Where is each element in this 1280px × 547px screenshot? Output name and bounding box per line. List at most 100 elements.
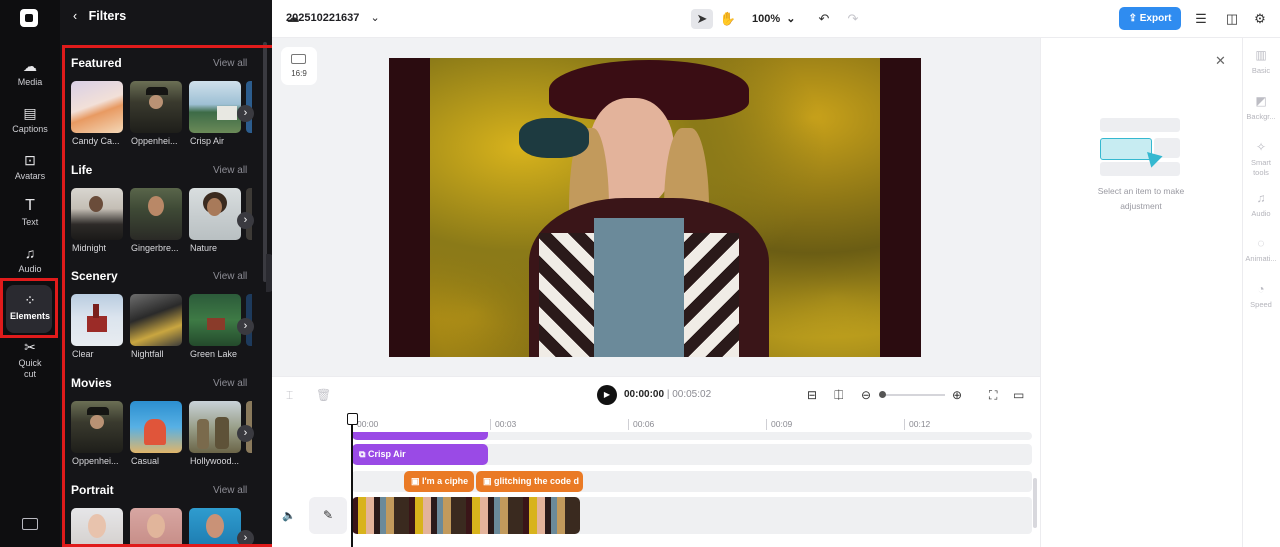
next-arrow-icon[interactable]: › [237, 530, 254, 547]
rail-media[interactable]: ☁ Media [0, 58, 60, 87]
next-arrow-icon[interactable]: › [237, 105, 254, 122]
rail-label: Text [21, 217, 39, 227]
hand-tool-icon[interactable]: ✋ [717, 9, 739, 29]
filter-thumb[interactable] [71, 294, 123, 346]
filter-thumb[interactable] [130, 508, 182, 544]
next-arrow-icon[interactable]: › [237, 318, 254, 335]
delete-icon[interactable]: 🗑 [316, 388, 331, 402]
upload-icon: ⇪ [1128, 13, 1137, 24]
filter-clip[interactable]: ⧉ Crisp Air [352, 444, 488, 465]
fit-icon[interactable]: ⛶ [989, 388, 997, 403]
rail-audio[interactable]: ♫ Audio [0, 245, 60, 274]
timeline-zoom-slider[interactable] [879, 391, 945, 398]
left-rail: ☁ Media ▤ Captions ⊡ Avatars T Text ♫ Au… [0, 0, 60, 547]
properties-panel [1040, 38, 1242, 547]
next-arrow-icon[interactable]: › [237, 425, 254, 442]
tab-background[interactable]: ◩ Backgr... [1242, 95, 1280, 122]
filter-thumb[interactable] [189, 81, 241, 133]
close-icon[interactable]: ✕ [1215, 53, 1226, 69]
playhead[interactable] [348, 413, 357, 547]
text-box-icon: ▣ [483, 476, 492, 486]
section-title: Portrait [71, 483, 114, 497]
split-clip-icon[interactable]: ⎅ [834, 388, 844, 403]
text-clip[interactable]: ▣ I'm a ciphe [404, 471, 474, 492]
filter-thumb[interactable] [130, 81, 182, 133]
play-button[interactable]: ▶ [597, 385, 617, 405]
keyboard-icon[interactable] [22, 518, 38, 530]
comment-icon[interactable]: ▭ [1013, 388, 1024, 402]
tab-label: Basic [1251, 66, 1271, 75]
rail-avatars[interactable]: ⊡ Avatars [0, 152, 60, 181]
filter-thumb[interactable] [71, 81, 123, 133]
rail-text[interactable]: T Text [0, 198, 60, 228]
rail-captions[interactable]: ▤ Captions [0, 105, 60, 134]
back-chevron-icon[interactable]: ‹ [73, 9, 77, 23]
timeline-scrollbar[interactable] [1033, 478, 1037, 528]
zoom-in-icon[interactable]: ⊕ [952, 388, 962, 402]
stack-icon[interactable]: ☰ [1190, 9, 1212, 29]
aspect-ratio-icon [291, 54, 306, 64]
panel-scrollbar[interactable] [263, 42, 267, 282]
video-preview[interactable] [389, 58, 921, 357]
view-all-link[interactable]: View all [213, 378, 247, 389]
project-name[interactable]: 202510221637 ⌄ [286, 11, 380, 24]
zoom-value: 100% [752, 13, 781, 25]
view-all-link[interactable]: View all [213, 165, 247, 176]
ruler-tick: 00:09 [766, 419, 792, 430]
panel-header[interactable]: ‹ Filters [73, 9, 126, 23]
filter-thumb[interactable] [189, 188, 241, 240]
tab-basic[interactable]: ▥ Basic [1242, 49, 1280, 76]
filter-thumb[interactable] [189, 294, 241, 346]
tab-audio[interactable]: ♫ Audio [1242, 192, 1280, 219]
filter-clip-partial[interactable] [352, 432, 488, 440]
editor-app: ☁ Media ▤ Captions ⊡ Avatars T Text ♫ Au… [0, 0, 1280, 547]
tab-label: Audio [1251, 209, 1271, 218]
split-icon[interactable]: ⌶ [286, 388, 293, 403]
filter-thumb[interactable] [130, 401, 182, 453]
panel-title: Filters [88, 9, 127, 23]
aspect-ratio-label: 16:9 [291, 69, 307, 78]
zoom-out-icon[interactable]: ⊖ [861, 388, 871, 402]
empty-state-message: Select an item to make adjustment [1097, 186, 1185, 211]
zoom-dropdown[interactable]: 100% ⌄ [752, 12, 795, 25]
text-clip[interactable]: ▣ glitching the code d [476, 471, 583, 492]
snap-icon[interactable]: ⊟ [807, 388, 817, 402]
settings-gear-icon[interactable]: ⚙ [1249, 9, 1271, 29]
filter-thumb[interactable] [71, 188, 123, 240]
rail-quick-cut[interactable]: ✂ Quick cut [0, 339, 60, 380]
section-title: Scenery [71, 269, 118, 283]
edit-cover-button[interactable]: ✎ [309, 497, 347, 534]
filter-thumb[interactable] [189, 401, 241, 453]
undo-icon[interactable]: ↶ [813, 9, 835, 29]
timeline-ruler[interactable]: 00:00 00:03 00:06 00:09 00:12 [352, 419, 1032, 431]
view-all-link[interactable]: View all [213, 271, 247, 282]
chevron-down-icon: ⌄ [786, 13, 796, 25]
tab-speed[interactable]: ◔ Speed [1242, 283, 1280, 310]
layout-icon[interactable]: ◫ [1221, 9, 1243, 29]
avatar-icon: ⊡ [24, 152, 36, 168]
tab-smart-tools[interactable]: ✧ Smart tools [1242, 141, 1280, 178]
tab-animation[interactable]: ◌ Animati... [1242, 237, 1280, 264]
export-button[interactable]: ⇪ Export [1119, 7, 1181, 30]
filter-thumb[interactable] [71, 508, 123, 544]
video-clip[interactable] [352, 497, 580, 534]
filter-label: Green Lake [190, 349, 238, 359]
next-arrow-icon[interactable]: › [237, 212, 254, 229]
slider-knob[interactable] [879, 391, 886, 398]
view-all-link[interactable]: View all [213, 485, 247, 496]
clip-label: glitching the code d [494, 476, 580, 486]
view-all-link[interactable]: View all [213, 58, 247, 69]
filter-thumb[interactable] [130, 188, 182, 240]
select-tool-icon[interactable]: ➤ [691, 9, 713, 29]
volume-icon[interactable]: 🔈 [282, 509, 296, 522]
clip-label: Crisp Air [367, 449, 406, 459]
redo-icon[interactable]: ↷ [842, 9, 864, 29]
aspect-ratio-button[interactable]: 16:9 [281, 47, 317, 85]
rail-label: Avatars [14, 171, 46, 181]
filter-thumb[interactable] [189, 508, 241, 544]
current-time: 00:00:00 [624, 389, 665, 400]
filter-thumb[interactable] [71, 401, 123, 453]
app-logo[interactable] [20, 9, 38, 27]
section-title: Movies [71, 376, 112, 390]
filter-thumb[interactable] [130, 294, 182, 346]
